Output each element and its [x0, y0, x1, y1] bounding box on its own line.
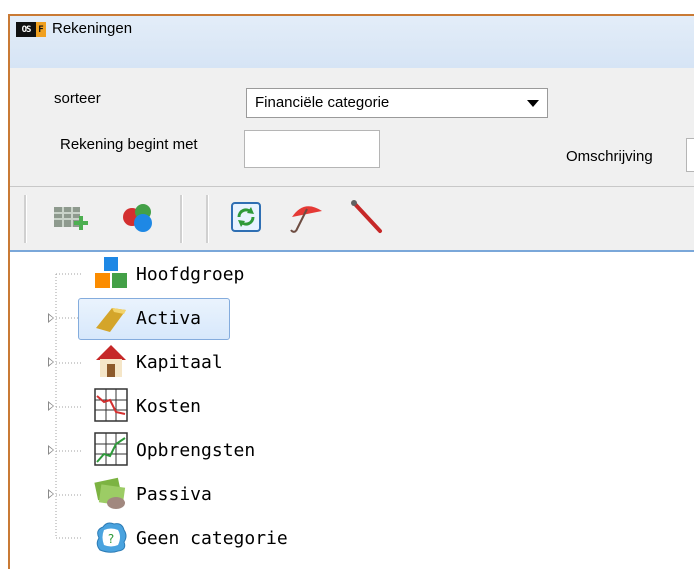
house-icon: [96, 345, 126, 377]
description-label: Omschrijving: [566, 148, 653, 165]
toolbar: [10, 186, 694, 252]
question-icon: ?: [96, 522, 127, 553]
tree-node-kapitaal[interactable]: Kapitaal: [48, 342, 378, 382]
window-title: Rekeningen: [52, 20, 133, 37]
tree-node-geen-categorie[interactable]: ? Geen categorie: [78, 518, 398, 558]
categories-icon: [123, 204, 152, 232]
toolbar-separator: [206, 195, 209, 243]
expand-arrow-icon[interactable]: [48, 445, 54, 455]
blocks-icon: [95, 257, 127, 288]
toolbar-separator: [180, 195, 183, 243]
chevron-down-icon: [527, 100, 539, 107]
expand-arrow-icon[interactable]: [48, 313, 54, 323]
gold-bar-icon: [96, 308, 126, 332]
tree-node-label: Opbrengsten: [136, 440, 256, 461]
toolbar-separator: [24, 195, 27, 243]
tree-node-label: Geen categorie: [136, 528, 288, 549]
umbrella-button[interactable]: [286, 197, 326, 237]
tree-node-label: Passiva: [136, 484, 212, 505]
sort-label: sorteer: [54, 90, 101, 107]
pen-button[interactable]: [346, 197, 386, 237]
starts-with-input[interactable]: [244, 130, 380, 168]
categories-button[interactable]: [118, 197, 158, 237]
pen-icon: [351, 200, 382, 233]
tree-node-activa[interactable]: Activa: [48, 298, 378, 338]
tree-node-passiva[interactable]: Passiva: [48, 474, 378, 514]
refresh-button[interactable]: [226, 197, 266, 237]
umbrella-icon: [290, 206, 322, 233]
tree-node-kosten[interactable]: Kosten: [48, 386, 378, 426]
tree-node-label: Hoofdgroep: [136, 264, 245, 285]
tree-node-hoofdgroep[interactable]: Hoofdgroep: [78, 254, 378, 294]
expand-arrow-icon[interactable]: [48, 357, 54, 367]
add-row-button[interactable]: [50, 197, 90, 237]
sort-select-value: Financiële categorie: [255, 94, 390, 111]
add-row-icon: [54, 207, 88, 230]
filter-panel: sorteer Financiële categorie Rekening be…: [10, 68, 694, 186]
tree-node-opbrengsten[interactable]: Opbrengsten: [48, 430, 378, 470]
chart-down-icon: [94, 388, 128, 422]
app-icon-part-b: F: [36, 22, 46, 37]
tree-node-label: Kosten: [136, 396, 202, 417]
category-tree: Hoofdgroep Activa Kapitaal Kosten Opbren…: [10, 252, 694, 569]
chart-up-icon: [94, 432, 128, 466]
refresh-icon: [231, 202, 261, 232]
app-icon-part-a: OS: [16, 22, 36, 37]
expand-arrow-icon[interactable]: [48, 401, 54, 411]
app-icon: OS F: [16, 22, 46, 37]
sort-select[interactable]: Financiële categorie: [246, 88, 548, 118]
tree-node-label: Kapitaal: [136, 352, 223, 373]
tree-node-label: Activa: [136, 308, 202, 329]
money-icon: [94, 477, 126, 509]
description-input[interactable]: [686, 138, 694, 172]
starts-with-label: Rekening begint met: [60, 136, 198, 153]
expand-arrow-icon[interactable]: [48, 489, 54, 499]
svg-text:?: ?: [108, 532, 114, 546]
